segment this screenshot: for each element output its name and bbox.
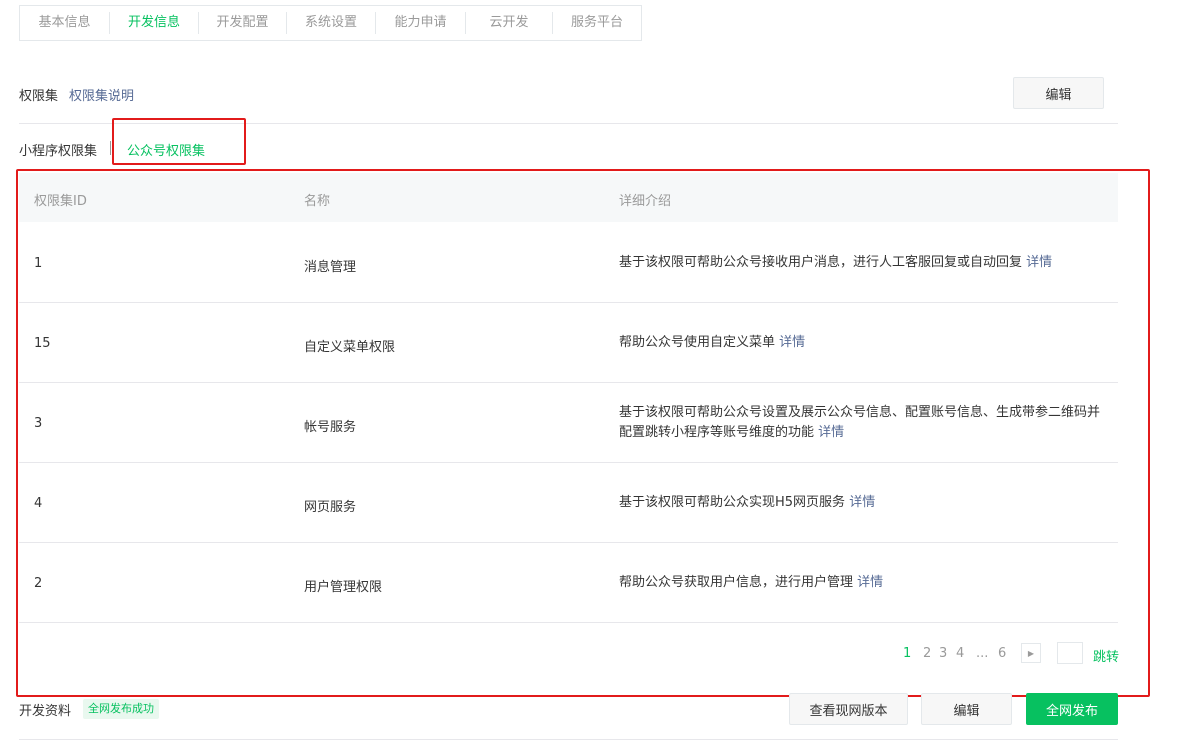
publish-button[interactable]: 全网发布 <box>1026 693 1118 725</box>
next-page-button[interactable]: ▶ <box>1021 643 1041 663</box>
tab-service-platform[interactable]: 服务平台 <box>553 12 641 34</box>
triangle-right-icon: ▶ <box>1027 648 1035 658</box>
row-desc: 基于该权限可帮助公众号接收用户消息，进行人工客服回复或自动回复 详情 <box>619 253 1104 273</box>
table-header: 权限集ID 名称 详细介绍 <box>19 173 1118 222</box>
permission-edit-button[interactable]: 编辑 <box>1013 77 1104 109</box>
row-name: 用户管理权限 <box>304 580 383 595</box>
row-desc-text: 基于该权限可帮助公众实现H5网页服务 <box>619 495 846 510</box>
table-row: 15 自定义菜单权限 帮助公众号使用自定义菜单 详情 <box>19 303 1118 383</box>
view-current-version-button[interactable]: 查看现网版本 <box>789 693 908 725</box>
page-1[interactable]: 1 <box>903 646 911 661</box>
table-row: 4 网页服务 基于该权限可帮助公众实现H5网页服务 详情 <box>19 463 1118 543</box>
row-desc-text: 基于该权限可帮助公众号设置及展示公众号信息、配置账号信息、生成带参二维码并配置跳… <box>619 405 1101 440</box>
row-desc: 基于该权限可帮助公众实现H5网页服务 详情 <box>619 493 1104 513</box>
page-4[interactable]: 4 <box>956 646 964 661</box>
tab-capability-apply[interactable]: 能力申请 <box>376 12 466 34</box>
page-6[interactable]: 6 <box>998 646 1006 661</box>
page-2[interactable]: 2 <box>923 646 931 661</box>
row-id: 3 <box>34 416 43 431</box>
table-row: 2 用户管理权限 帮助公众号获取用户信息，进行用户管理 详情 <box>19 543 1118 623</box>
header-name: 名称 <box>304 194 331 209</box>
row-name: 帐号服务 <box>304 420 357 435</box>
header-desc: 详细介绍 <box>619 194 672 209</box>
row-name: 消息管理 <box>304 260 357 275</box>
subtab-separator <box>110 141 111 155</box>
row-id: 4 <box>34 496 43 511</box>
row-detail-link[interactable]: 详情 <box>779 335 805 350</box>
tab-basic-info[interactable]: 基本信息 <box>20 12 110 34</box>
tab-system-settings[interactable]: 系统设置 <box>287 12 376 34</box>
top-tab-bar: 基本信息 开发信息 开发配置 系统设置 能力申请 云开发 服务平台 <box>19 5 642 41</box>
subtab-miniprogram[interactable]: 小程序权限集 <box>19 140 97 159</box>
divider <box>19 739 1118 740</box>
subtab-official-account[interactable]: 公众号权限集 <box>127 140 205 159</box>
row-detail-link[interactable]: 详情 <box>849 495 875 510</box>
row-name: 自定义菜单权限 <box>304 340 396 355</box>
divider <box>19 123 1118 124</box>
permission-help-link[interactable]: 权限集说明 <box>69 85 134 104</box>
row-id: 1 <box>34 256 43 271</box>
row-desc: 帮助公众号获取用户信息，进行用户管理 详情 <box>619 573 1104 593</box>
row-id: 2 <box>34 576 43 591</box>
tab-dev-config[interactable]: 开发配置 <box>199 12 287 34</box>
row-desc: 帮助公众号使用自定义菜单 详情 <box>619 333 1104 353</box>
tab-cloud-dev[interactable]: 云开发 <box>466 12 553 34</box>
page-3[interactable]: 3 <box>939 646 947 661</box>
dev-edit-button[interactable]: 编辑 <box>921 693 1012 725</box>
header-id: 权限集ID <box>34 194 87 209</box>
page-jump-input[interactable] <box>1057 642 1083 664</box>
status-badge: 全网发布成功 <box>83 699 159 719</box>
row-desc-text: 基于该权限可帮助公众号接收用户消息，进行人工客服回复或自动回复 <box>619 255 1023 270</box>
permission-section-title: 权限集 <box>19 89 59 104</box>
page-ellipsis: ... <box>976 646 989 661</box>
row-name: 网页服务 <box>304 500 357 515</box>
row-desc-text: 帮助公众号获取用户信息，进行用户管理 <box>619 575 854 590</box>
tab-dev-info[interactable]: 开发信息 <box>110 12 199 34</box>
row-detail-link[interactable]: 详情 <box>857 575 883 590</box>
page-jump-button[interactable]: 跳转 <box>1093 646 1119 665</box>
row-desc: 基于该权限可帮助公众号设置及展示公众号信息、配置账号信息、生成带参二维码并配置跳… <box>619 403 1104 443</box>
row-detail-link[interactable]: 详情 <box>1026 255 1052 270</box>
row-desc-text: 帮助公众号使用自定义菜单 <box>619 335 776 350</box>
row-id: 15 <box>34 336 51 351</box>
table-row: 1 消息管理 基于该权限可帮助公众号接收用户消息，进行人工客服回复或自动回复 详… <box>19 223 1118 303</box>
table-row: 3 帐号服务 基于该权限可帮助公众号设置及展示公众号信息、配置账号信息、生成带参… <box>19 383 1118 463</box>
dev-section-title: 开发资料 <box>19 704 72 719</box>
row-detail-link[interactable]: 详情 <box>818 425 844 440</box>
